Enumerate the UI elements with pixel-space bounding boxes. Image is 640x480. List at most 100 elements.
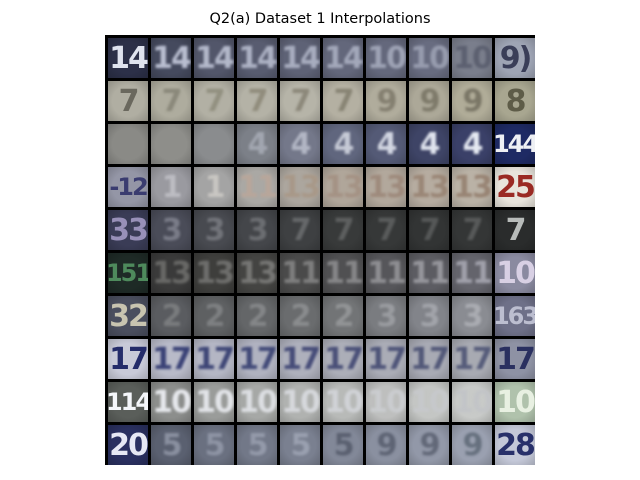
digit-glyphs: 10 (410, 384, 449, 420)
sample-image-r8-c0: 114 (108, 382, 148, 422)
digit-glyphs: 7 (376, 212, 398, 248)
digit-glyphs: 10 (453, 384, 492, 420)
sample-image-r5-c5: 11 (323, 253, 363, 293)
sample-image-r5-c2: 13 (194, 253, 234, 293)
sample-image-r7-c9: 17 (495, 339, 535, 379)
sample-image-r4-c5: 7 (323, 210, 363, 250)
sample-image-r1-c8: 9 (452, 81, 492, 121)
digit-glyphs: 3 (247, 212, 269, 248)
sample-image-r5-c9: 10 (495, 253, 535, 293)
sample-image-r3-c0: -12 (108, 167, 148, 207)
digit-glyphs: 4 (376, 126, 398, 162)
sample-image-r3-c6: 13 (366, 167, 406, 207)
sample-image-r2-c6: 4 (366, 124, 406, 164)
sample-image-r8-c4: 10 (280, 382, 320, 422)
sample-image-r5-c0: 151 (108, 253, 148, 293)
digit-glyphs: 151 (108, 259, 148, 287)
sample-image-r1-c1: 7 (151, 81, 191, 121)
digit-glyphs: 144 (495, 130, 535, 158)
digit-glyphs: 17 (324, 341, 363, 377)
sample-image-r0-c8: 10 (452, 38, 492, 78)
sample-image-r9-c3: 5 (237, 425, 277, 465)
sample-image-r5-c4: 11 (280, 253, 320, 293)
interpolation-grid: 14 14 14 14 14 14 10 10 10 9) 7 7 7 7 7 7 9 9 9 8 4 4 4 4 4 4 144-… (105, 35, 535, 465)
sample-image-r3-c4: 13 (280, 167, 320, 207)
digit-glyphs: 13 (281, 169, 320, 205)
sample-image-r4-c1: 3 (151, 210, 191, 250)
sample-image-r7-c0: 17 (108, 339, 148, 379)
sample-image-r2-c5: 4 (323, 124, 363, 164)
sample-image-r1-c5: 7 (323, 81, 363, 121)
digit-glyphs: 10 (453, 40, 492, 76)
digit-glyphs: 163 (495, 302, 535, 330)
sample-image-r0-c7: 10 (409, 38, 449, 78)
digit-glyphs: 17 (152, 341, 191, 377)
digit-glyphs: 10 (152, 384, 191, 420)
sample-image-r2-c7: 4 (409, 124, 449, 164)
sample-image-r7-c6: 17 (366, 339, 406, 379)
digit-glyphs: 7 (161, 83, 183, 119)
sample-image-r7-c3: 17 (237, 339, 277, 379)
digit-glyphs: 9 (462, 427, 484, 463)
digit-glyphs: 14 (238, 40, 277, 76)
digit-glyphs: 7 (247, 83, 269, 119)
sample-image-r7-c1: 17 (151, 339, 191, 379)
sample-image-r7-c5: 17 (323, 339, 363, 379)
sample-image-r8-c3: 10 (237, 382, 277, 422)
digit-glyphs: 10 (367, 40, 406, 76)
sample-image-r8-c2: 10 (194, 382, 234, 422)
sample-image-r4-c7: 7 (409, 210, 449, 250)
sample-image-r9-c4: 5 (280, 425, 320, 465)
digit-glyphs: 3 (161, 212, 183, 248)
digit-glyphs: 114 (108, 388, 148, 416)
digit-glyphs: 4 (247, 126, 269, 162)
sample-image-r4-c4: 7 (280, 210, 320, 250)
sample-image-r9-c1: 5 (151, 425, 191, 465)
digit-glyphs: 5 (290, 427, 312, 463)
sample-image-r0-c4: 14 (280, 38, 320, 78)
sample-image-r4-c6: 7 (366, 210, 406, 250)
sample-image-r1-c4: 7 (280, 81, 320, 121)
sample-image-r6-c7: 3 (409, 296, 449, 336)
sample-image-r2-c1 (151, 124, 191, 164)
digit-glyphs: 11 (410, 255, 449, 291)
sample-image-r8-c1: 10 (151, 382, 191, 422)
digit-glyphs: 14 (324, 40, 363, 76)
digit-glyphs: 8 (505, 83, 527, 119)
digit-glyphs: 17 (238, 341, 277, 377)
digit-glyphs: 2 (247, 298, 269, 334)
sample-image-r1-c2: 7 (194, 81, 234, 121)
sample-image-r6-c4: 2 (280, 296, 320, 336)
digit-glyphs: 7 (462, 212, 484, 248)
sample-image-r9-c5: 5 (323, 425, 363, 465)
figure-title: Q2(a) Dataset 1 Interpolations (209, 11, 431, 27)
digit-glyphs: 9 (462, 83, 484, 119)
digit-glyphs: 14 (195, 40, 234, 76)
digit-glyphs: 9 (376, 83, 398, 119)
digit-glyphs: 13 (152, 255, 191, 291)
sample-image-r2-c0 (108, 124, 148, 164)
digit-glyphs: 11 (367, 255, 406, 291)
digit-glyphs: 10 (195, 384, 234, 420)
digit-glyphs: 7 (333, 83, 355, 119)
sample-image-r2-c8: 4 (452, 124, 492, 164)
digit-glyphs: 10 (410, 40, 449, 76)
digit-glyphs: 28 (496, 427, 535, 463)
digit-glyphs: 14 (109, 40, 148, 76)
digit-glyphs: 11 (324, 255, 363, 291)
digit-glyphs: 11 (281, 255, 320, 291)
digit-glyphs: 33 (109, 212, 148, 248)
sample-image-r6-c9: 163 (495, 296, 535, 336)
digit-glyphs: 4 (462, 126, 484, 162)
digit-glyphs: 7 (333, 212, 355, 248)
sample-image-r2-c4: 4 (280, 124, 320, 164)
sample-image-r1-c7: 9 (409, 81, 449, 121)
sample-image-r2-c2 (194, 124, 234, 164)
digit-glyphs: 13 (324, 169, 363, 205)
digit-glyphs: 17 (281, 341, 320, 377)
sample-image-r8-c7: 10 (409, 382, 449, 422)
sample-image-r3-c7: 13 (409, 167, 449, 207)
digit-glyphs: 25 (496, 169, 535, 205)
sample-image-r9-c2: 5 (194, 425, 234, 465)
digit-glyphs: 17 (453, 341, 492, 377)
